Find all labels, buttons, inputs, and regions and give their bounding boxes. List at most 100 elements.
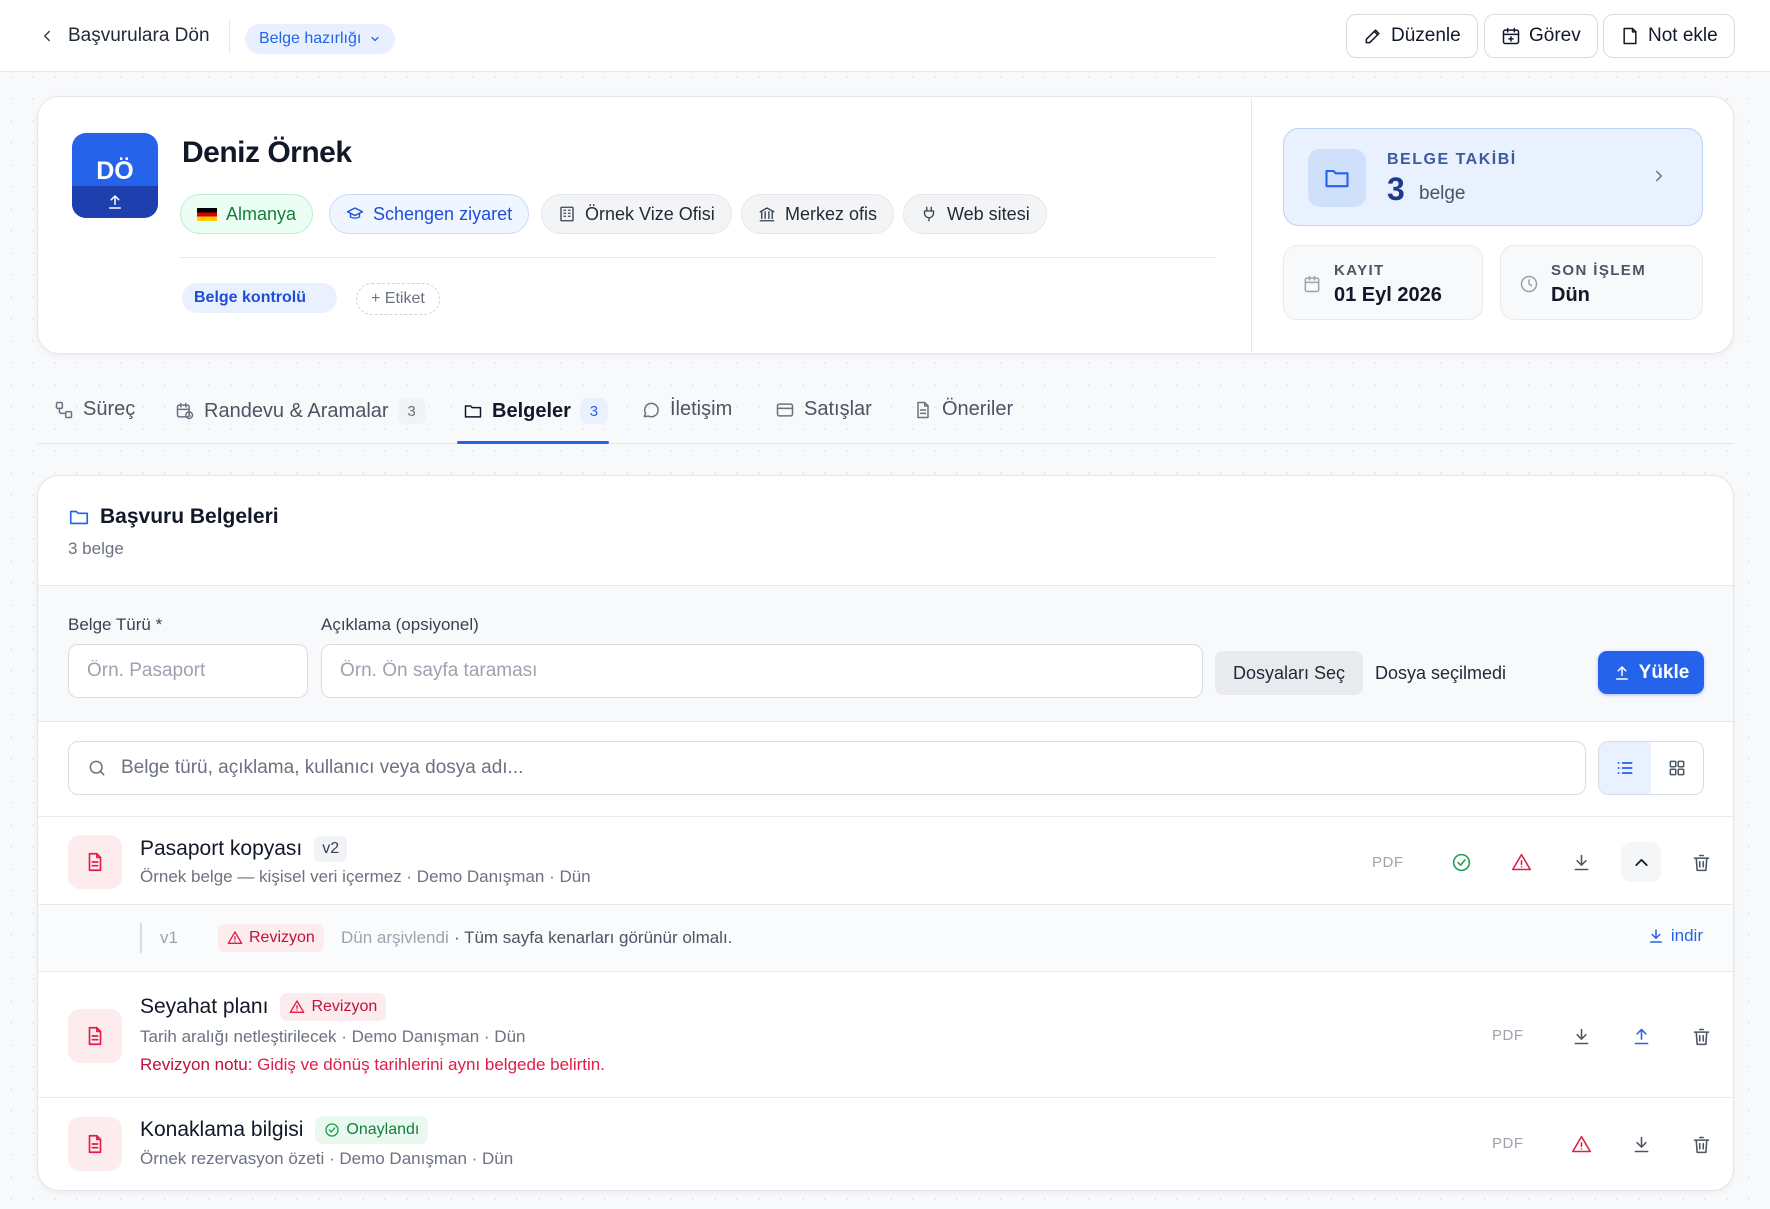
no-file-text: Dosya seçilmedi	[1375, 663, 1507, 683]
workflow-icon	[55, 401, 73, 418]
document-tracking-card[interactable]: BELGE TAKİBİ 3 belge	[1283, 128, 1703, 226]
version-note: · Tüm sayfa kenarları görünür olmalı.	[454, 928, 733, 947]
grid-view-button[interactable]	[1651, 742, 1703, 794]
approve-button[interactable]	[1441, 842, 1481, 882]
last-action-label: SON İŞLEM	[1551, 262, 1647, 279]
document-name-row: Konaklama bilgisi Onaylandı	[140, 1116, 429, 1144]
divider	[229, 20, 230, 54]
download-icon	[1574, 1028, 1588, 1044]
revision-label: Revizyon	[249, 929, 315, 946]
approved-badge: Onaylandı	[315, 1116, 429, 1144]
download-version-label: indir	[1670, 926, 1703, 945]
tabs-baseline	[38, 443, 1734, 444]
top-bar: Başvurulara Dön Belge hazırlığı Düzenle …	[0, 0, 1770, 72]
document-name[interactable]: Seyahat planı	[140, 995, 268, 1019]
folder-icon	[1325, 169, 1349, 188]
search-input[interactable]	[121, 742, 1571, 794]
delete-button[interactable]	[1681, 1016, 1721, 1056]
document-name[interactable]: Pasaport kopyası	[140, 837, 302, 861]
document-meta: Tarih aralığı netleştirilecek · Demo Dan…	[140, 1027, 526, 1046]
source-chip[interactable]: Web sitesi	[903, 194, 1047, 234]
tab-appointments[interactable]: Randevu & Aramalar 3	[175, 398, 426, 424]
divider	[38, 971, 1733, 972]
documents-card: Başvuru Belgeleri 3 belge Belge Türü * A…	[37, 475, 1734, 1191]
file-icon	[88, 1026, 102, 1046]
office-chip[interactable]: Örnek Vize Ofisi	[541, 194, 732, 234]
last-action-stat: SON İŞLEM Dün	[1500, 245, 1703, 320]
tracking-count: 3	[1387, 171, 1405, 207]
tab-suggestions[interactable]: Öneriler	[913, 398, 1013, 421]
revision-label: Revizyon	[311, 998, 378, 1015]
document-name-row: Pasaport kopyası v2	[140, 836, 348, 862]
divider	[180, 257, 1216, 258]
description-input[interactable]	[321, 644, 1203, 698]
building-icon	[560, 206, 574, 222]
upload-new-version-button[interactable]	[1621, 1016, 1661, 1056]
list-icon	[1617, 762, 1633, 774]
collapse-versions-button[interactable]	[1621, 842, 1661, 882]
office-label: Örnek Vize Ofisi	[585, 203, 715, 224]
upload-icon	[1615, 665, 1628, 680]
clock-icon	[1520, 275, 1538, 293]
back-to-applications-link[interactable]: Başvurulara Dön	[38, 22, 210, 50]
document-type-input[interactable]	[68, 644, 308, 698]
folder-icon	[69, 510, 89, 525]
graduation-cap-icon	[346, 207, 364, 219]
pencil-icon	[1365, 29, 1380, 44]
version-history-row: v1 Revizyon Dün arşivlendi · Tüm sayfa k…	[38, 905, 1733, 971]
tab-sales[interactable]: Satışlar	[775, 398, 872, 421]
download-button[interactable]	[1561, 842, 1601, 882]
download-version-link[interactable]: indir	[1647, 926, 1703, 946]
download-icon	[1649, 929, 1662, 943]
country-chip[interactable]: Almanya	[180, 194, 314, 234]
edit-button[interactable]: Düzenle	[1346, 14, 1478, 58]
add-tag-button[interactable]: + Etiket	[356, 283, 440, 315]
check-circle-icon	[325, 1123, 340, 1137]
registered-value: 01 Eyl 2026	[1334, 284, 1442, 306]
visa-type-chip[interactable]: Schengen ziyaret	[329, 194, 530, 234]
revision-badge: Revizyon	[280, 993, 387, 1021]
document-name[interactable]: Konaklama bilgisi	[140, 1118, 303, 1142]
download-icon	[1574, 854, 1588, 870]
list-view-button[interactable]	[1599, 742, 1651, 794]
grid-icon	[1669, 760, 1685, 776]
task-button[interactable]: Görev	[1484, 14, 1598, 58]
upload-label: Yükle	[1638, 661, 1690, 683]
request-revision-button[interactable]	[1501, 842, 1541, 882]
chevron-right-icon	[1656, 170, 1662, 182]
download-button[interactable]	[1561, 1016, 1601, 1056]
tab-suggestions-label: Öneriler	[942, 398, 1014, 420]
download-button[interactable]	[1621, 1124, 1661, 1164]
tab-appointments-count: 3	[397, 398, 426, 424]
tab-documents-label: Belgeler	[492, 399, 571, 422]
tag-document-check[interactable]: Belge kontrolü	[182, 283, 337, 313]
status-label: Belge hazırlığı	[259, 30, 362, 47]
upload-button[interactable]: Yükle	[1598, 651, 1704, 694]
add-note-button[interactable]: Not ekle	[1603, 14, 1735, 58]
format-label: PDF	[1372, 854, 1404, 871]
status-dropdown[interactable]: Belge hazırlığı	[245, 24, 396, 54]
pdf-file-icon	[68, 835, 122, 889]
delete-button[interactable]	[1681, 1124, 1721, 1164]
choose-files-button[interactable]: Dosyaları Seç	[1215, 651, 1363, 695]
note-icon	[1623, 27, 1637, 45]
tab-communication[interactable]: İletişim	[641, 398, 732, 421]
request-revision-button[interactable]	[1561, 1124, 1601, 1164]
divider	[1251, 98, 1252, 352]
active-tab-indicator	[457, 441, 609, 444]
document-name-row: Seyahat planı Revizyon	[140, 993, 387, 1021]
branch-chip[interactable]: Merkez ofis	[741, 194, 895, 234]
delete-button[interactable]	[1681, 842, 1721, 882]
avatar-upload[interactable]	[72, 186, 158, 218]
avatar[interactable]: DÖ	[72, 133, 158, 218]
document-search[interactable]	[68, 741, 1586, 795]
divider	[38, 1097, 1733, 1098]
landmark-icon	[759, 207, 775, 222]
last-action-value: Dün	[1551, 284, 1590, 306]
back-label: Başvurulara Dön	[68, 25, 210, 46]
tab-documents[interactable]: Belgeler 3	[463, 398, 608, 424]
calendar-clock-icon	[176, 402, 194, 420]
tab-process[interactable]: Süreç	[54, 398, 135, 421]
revision-badge: Revizyon	[218, 924, 324, 952]
archived-date: Dün arşivlendi	[341, 928, 449, 947]
